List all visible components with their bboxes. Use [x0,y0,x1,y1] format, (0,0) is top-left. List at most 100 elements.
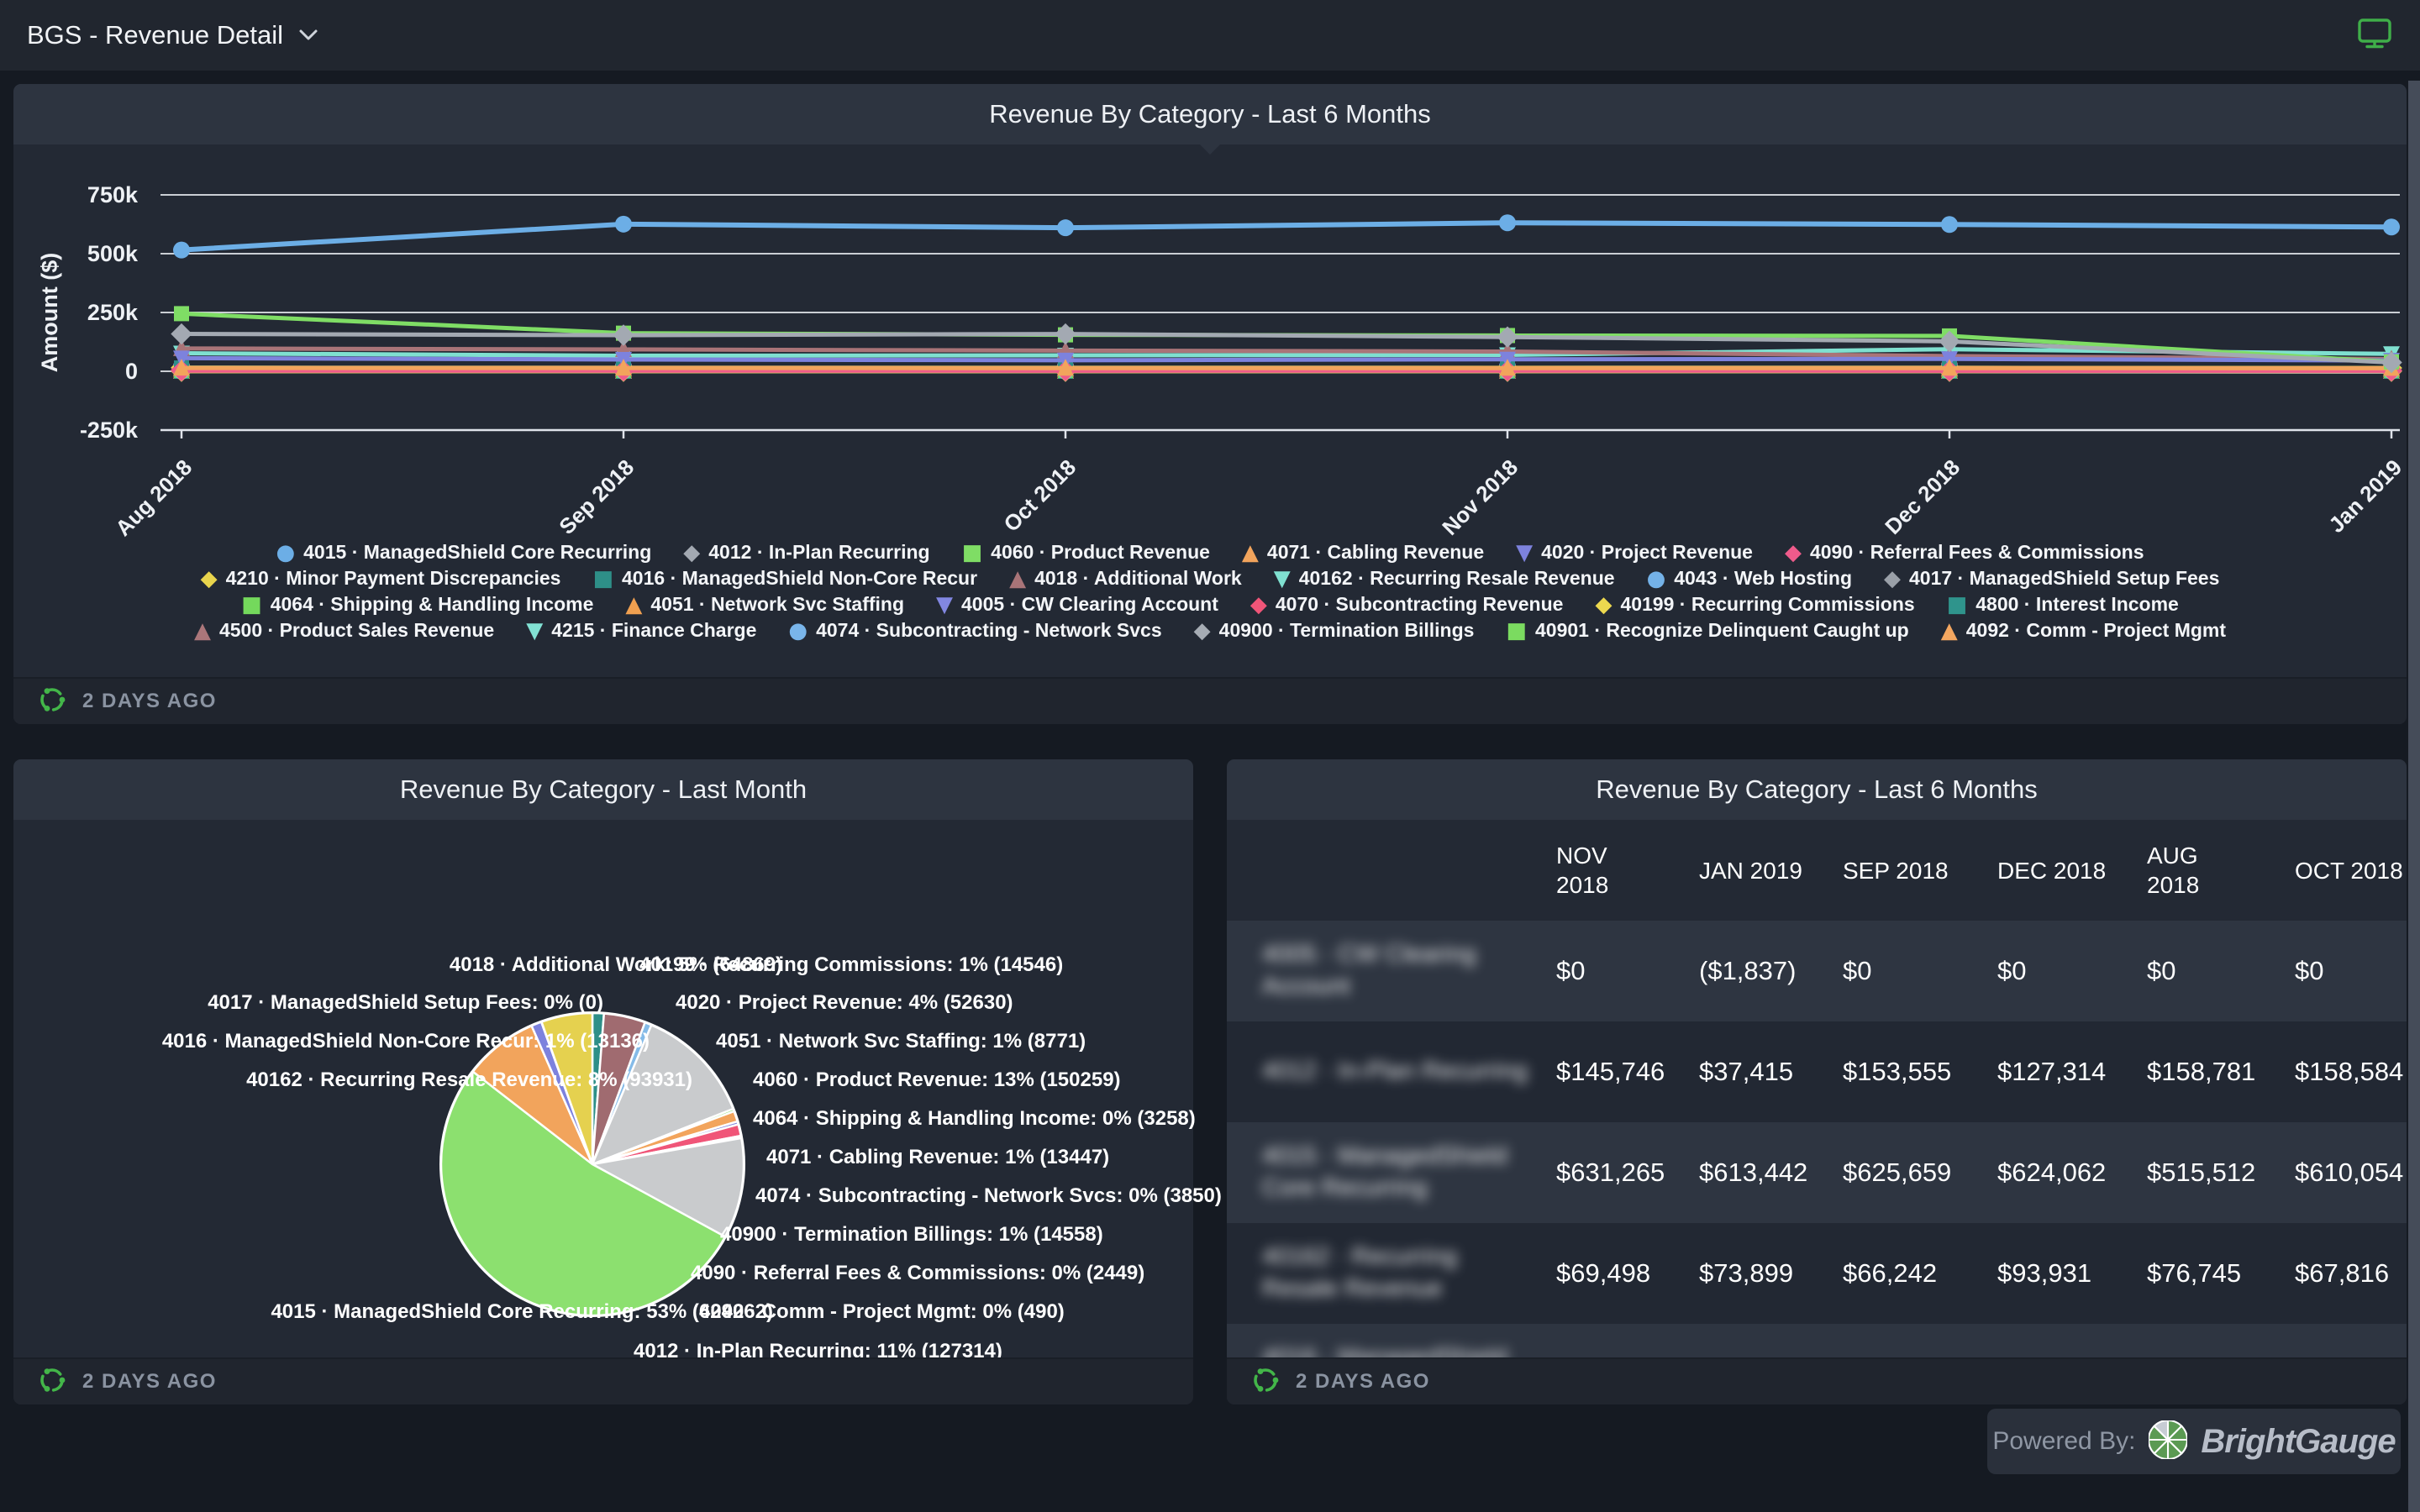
refresh-icon[interactable] [37,685,67,719]
legend-marker-icon: ■ [241,594,262,616]
last-updated: 2 DAYS AGO [1296,1370,1430,1394]
legend-marker-icon: ◆ [1250,594,1267,616]
table-cell: $158,584 [2295,1057,2407,1087]
legend-item-40900[interactable]: ◆40900 · Termination Billings [1194,619,1475,642]
refresh-icon[interactable] [37,1365,67,1399]
legend-item-4070[interactable]: ◆ 4070 · Subcontracting Revenue [1250,593,1564,616]
dashboard-title: BGS - Revenue Detail [27,20,283,50]
legend-marker-icon: ▲ [1941,620,1958,642]
legend-item-4090[interactable]: ◆4090 · Referral Fees & Commissions [1785,541,2144,564]
tv-mode-icon[interactable] [2356,17,2393,55]
table-cell: $613,442 [1699,1158,1843,1188]
legend-item-40901[interactable]: ■40901 · Recognize Delinquent Caught up [1506,619,1908,642]
svg-text:Oct 2018: Oct 2018 [998,454,1081,537]
table-cell: $0 [1997,956,2147,986]
legend-row: ■4064 · Shipping & Handling Income ▲4051 … [225,591,2195,617]
legend-marker-icon: ● [276,542,295,564]
table-row: 4016 · ManagedShield Non-Core Recur [1227,1324,2407,1359]
legend-item-4018[interactable]: ▲4018 · Additional Work [1009,567,1242,590]
panel-header: Revenue By Category - Last 6 Months [1227,759,2407,820]
powered-by-badge[interactable]: Powered By: BrightGauge [1987,1409,2401,1474]
legend-item-40162[interactable]: ▼40162 · Recurring Resale Revenue [1274,567,1615,590]
svg-text:0: 0 [125,359,138,384]
legend-marker-icon: ◆ [201,568,218,590]
legend-item-4017[interactable]: ◆4017 · ManagedShield Setup Fees [1884,567,2219,590]
svg-text:250k: 250k [87,300,139,325]
refresh-icon[interactable] [1250,1365,1281,1399]
svg-text:Sep 2018: Sep 2018 [554,454,639,538]
svg-text:750k: 750k [87,182,139,207]
legend-item-4060[interactable]: ■4060 · Product Revenue [962,541,1210,564]
table-cell: $66,242 [1843,1258,1997,1289]
legend-label: 40199 · Recurring Commissions [1620,593,1914,616]
panel-revenue-6months-line: Revenue By Category - Last 6 Months 750k… [13,84,2407,724]
table-row: 40162 · Recurring Resale Revenue$69,498$… [1227,1223,2407,1324]
legend-item-4500[interactable]: ▲ 4500 · Product Sales Revenue [194,619,494,642]
legend-label: 4012 · In-Plan Recurring [708,541,929,564]
legend-item-4071[interactable]: ▲4071 · Cabling Revenue [1242,541,1484,564]
table-cell: $73,899 [1699,1258,1843,1289]
table-cell: $515,512 [2147,1158,2295,1188]
legend-item-4074[interactable]: ● 4074 · Subcontracting - Network Svcs [788,619,1161,642]
table-column-header: OCT 2018 [2295,856,2407,885]
legend-label: 4092 · Comm - Project Mgmt [1966,619,2226,642]
legend-marker-icon: ● [788,620,808,642]
legend-row: ▲ 4500 · Product Sales Revenue ▼4215 · Fin… [178,617,2242,643]
table-row: 4015 · ManagedShield Core Recurring$631,… [1227,1122,2407,1223]
legend-item-4020[interactable]: ▼4020 · Project Revenue [1516,541,1753,564]
scrollbar[interactable] [2408,81,2420,1512]
pie-slice-label: 40162 · Recurring Resale Revenue: 8% (93… [246,1068,692,1092]
table-cell: $37,415 [1699,1057,1843,1087]
legend-item-4016[interactable]: ■4016 · ManagedShield Non-Core Recur [592,567,977,590]
legend-item-4215[interactable]: ▼4215 · Finance Charge [526,619,756,642]
table-column-header: NOV 2018 [1556,841,1699,900]
legend-marker-icon: ▼ [936,594,953,616]
panel-title: Revenue By Category - Last 6 Months [989,99,1431,129]
panel-footer: 2 DAYS AGO [1227,1357,2407,1404]
legend-label: 4018 · Additional Work [1034,567,1242,590]
legend-label: 4005 · CW Clearing Account [961,593,1218,616]
legend-marker-icon: ▼ [526,620,543,642]
legend-label: 4070 · Subcontracting Revenue [1276,593,1564,616]
pie-slice-label: 4092 · Comm - Project Mgmt: 0% (490) [699,1300,1065,1324]
legend-label: 40162 · Recurring Resale Revenue [1299,567,1615,590]
dashboard-picker[interactable]: BGS - Revenue Detail [27,20,318,50]
pie-slice-label: 4060 · Product Revenue: 13% (150259) [753,1068,1121,1092]
legend-marker-icon: ▲ [194,620,211,642]
legend-marker-icon: ◆ [1595,594,1612,616]
legend-item-4092[interactable]: ▲ 4092 · Comm - Project Mgmt [1941,619,2226,642]
panel-title: Revenue By Category - Last Month [400,774,807,805]
table-row-label: 4005 · CW Clearing Account [1262,939,1556,1002]
legend-label: 4017 · ManagedShield Setup Fees [1909,567,2219,590]
panel-footer: 2 DAYS AGO [13,1357,1193,1404]
svg-text:Dec 2018: Dec 2018 [1880,454,1965,538]
revenue-table: NOV 2018JAN 2019SEP 2018DEC 2018AUG 2018… [1227,820,2407,1359]
legend-row: ◆4210 · Minor Payment Discrepancies■4016… [185,565,2236,591]
panel-revenue-lastmonth-pie: Revenue By Category - Last Month 4018 · … [13,759,1193,1404]
legend-label: 4074 · Subcontracting - Network Svcs [816,619,1162,642]
legend-label: 4500 · Product Sales Revenue [219,619,494,642]
panel-footer: 2 DAYS AGO [13,677,2407,724]
legend-item-4800[interactable]: ■ 4800 · Interest Income [1947,593,2179,616]
table-cell: $610,054 [2295,1158,2407,1188]
legend-item-4051[interactable]: ▲4051 · Network Svc Staffing [625,593,904,616]
legend-item-4005[interactable]: ▼ 4005 · CW Clearing Account [936,593,1218,616]
legend-label: 4800 · Interest Income [1975,593,2179,616]
legend-item-4043[interactable]: ●4043 · Web Hosting [1647,567,1852,590]
table-cell: $158,781 [2147,1057,2295,1087]
legend-item-4064[interactable]: ■4064 · Shipping & Handling Income [241,593,593,616]
legend-label: 4015 · ManagedShield Core Recurring [303,541,651,564]
svg-text:Amount ($): Amount ($) [37,253,62,372]
pie-slice-label: 4074 · Subcontracting - Network Svcs: 0%… [755,1184,1222,1208]
legend-marker-icon: ■ [1947,594,1968,616]
legend-item-4012[interactable]: ◆4012 · In-Plan Recurring [683,541,929,564]
legend-item-4015[interactable]: ● 4015 · ManagedShield Core Recurring [276,541,651,564]
legend-item-4210[interactable]: ◆4210 · Minor Payment Discrepancies [201,567,561,590]
table-cell: $624,062 [1997,1158,2147,1188]
table-cell: $631,265 [1556,1158,1699,1188]
legend-item-40199[interactable]: ◆ 40199 · Recurring Commissions [1595,593,1914,616]
legend-marker-icon: ● [1647,568,1666,590]
legend-label: 4090 · Referral Fees & Commissions [1810,541,2144,564]
table-column-header: AUG 2018 [2147,841,2295,900]
legend-marker-icon: ■ [592,568,613,590]
